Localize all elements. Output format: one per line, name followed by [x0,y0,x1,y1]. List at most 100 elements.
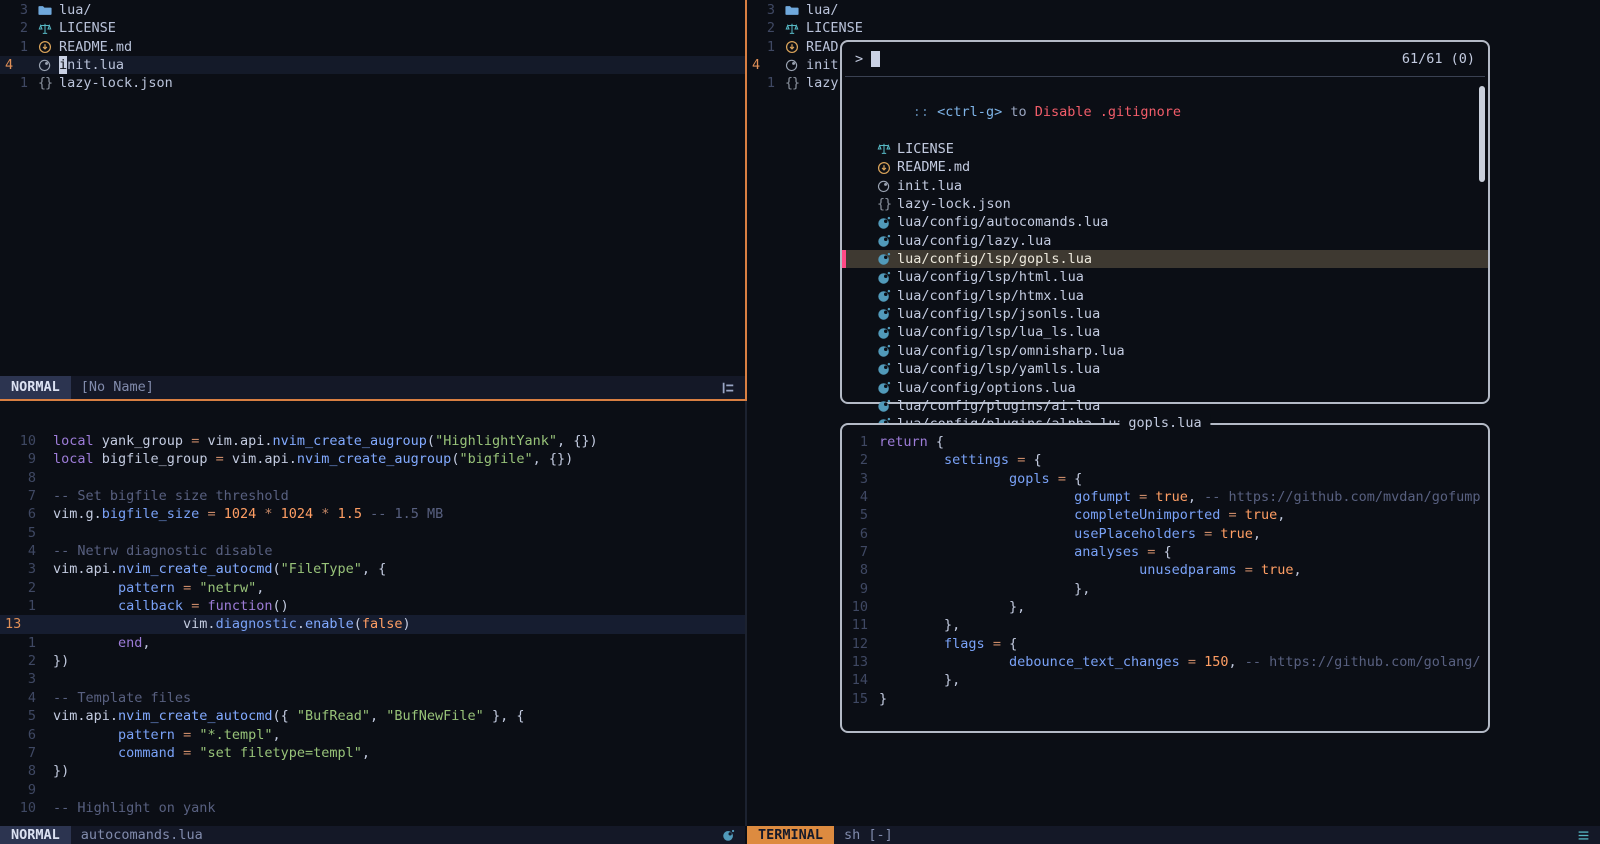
header-prefix: :: [913,104,937,120]
line-number: 12 [842,635,868,653]
preview-line: 5 completeUnimported = true, [842,506,1488,524]
code-text: local yank_group = vim.api.nvim_create_a… [53,432,598,450]
line-number: 13 [0,615,36,633]
finder-result[interactable]: lua/config/autocomands.lua [842,213,1488,231]
preview-window: gopls.lua 1 return { 2 settings = { 3 go [840,423,1490,733]
preview-line: 6 usePlaceholders = true, [842,525,1488,543]
folder-icon [37,3,53,17]
file-name: READ [806,38,839,56]
code-text: gopls = { [879,470,1082,488]
file-name: LICENSE [59,19,116,37]
statusline-filename: sh [-] [844,826,893,844]
line-number: 6 [0,505,36,523]
preview-line: 15 } [842,690,1488,708]
code-line: 13 vim.diagnostic.enable(false) [0,615,745,633]
code-text: }) [53,762,69,780]
finder-result[interactable]: README.md [842,158,1488,176]
code-line: 5 [0,524,745,542]
code-line: 5 vim.api.nvim_create_autocmd({ "BufRead… [0,707,745,725]
line-number: 6 [842,525,868,543]
code-text: completeUnimported = true, [879,506,1285,524]
code-line: 4 -- Netrw diagnostic disable [0,542,745,560]
file-name: README.md [59,38,132,56]
tree-row[interactable]: 3 lua/ [0,1,745,19]
finder-result[interactable]: lua/config/lsp/jsonls.lua [842,305,1488,323]
code-line: 3 [0,670,745,688]
finder-result[interactable]: lua/config/options.lua [842,379,1488,397]
finder-result[interactable]: lua/config/lsp/yamlls.lua [842,360,1488,378]
finder-result[interactable]: lua/config/plugins/ai.lua [842,397,1488,415]
scrollbar[interactable] [1479,86,1485,182]
text-cursor [871,51,880,67]
code-line: 1 callback = function() [0,597,745,615]
lua-icon [722,829,735,842]
line-number: 2 [0,579,36,597]
code-text: -- Template files [53,689,191,707]
lua-gray-icon [876,179,892,193]
finder-result[interactable]: lua/config/lsp/htmx.lua [842,287,1488,305]
finder-result[interactable]: lua/config/lsp/lua_ls.lua [842,323,1488,341]
statusline-filename: autocomands.lua [81,826,203,844]
line-number: 4 [747,56,775,74]
finder-result[interactable]: {} lazy-lock.json [842,195,1488,213]
line-number: 8 [842,561,868,579]
file-path: init.lua [897,177,962,195]
preview-line: 1 return { [842,433,1488,451]
finder-result[interactable]: lua/config/lsp/omnisharp.lua [842,342,1488,360]
finder-result[interactable]: lua/config/lsp/html.lua [842,268,1488,286]
markdown-icon [37,40,53,54]
finder-result[interactable]: lua/config/lsp/gopls.lua [842,250,1488,268]
finder-result[interactable]: lua/config/lazy.lua [842,232,1488,250]
code-line: 2 }) [0,652,745,670]
lua-gray-icon [784,58,800,72]
file-path: lua/config/plugins/ai.lua [897,397,1100,415]
statusline-terminal: TERMINAL sh [-] [747,826,1600,844]
file-path: lua/config/lsp/yamlls.lua [897,360,1100,378]
line-number: 1 [0,74,28,92]
json-icon: {} [784,74,800,92]
file-tree-icon [721,381,735,395]
code-line: 10 -- Highlight on yank [0,799,745,817]
file-path: lua/config/lsp/html.lua [897,268,1084,286]
tree-row[interactable]: 2 LICENSE [747,19,1600,37]
code-editor[interactable]: 10 local yank_group = vim.api.nvim_creat… [0,401,745,826]
tree-row[interactable]: 1 README.md [0,38,745,56]
line-number: 1 [747,38,775,56]
code-text: vim.api.nvim_create_autocmd({ "BufRead",… [53,707,524,725]
line-number: 5 [0,524,36,542]
file-name: lazy [806,74,839,92]
line-number: 4 [0,542,36,560]
statusline-editor: NORMAL autocomands.lua [0,826,745,844]
tree-row[interactable]: 2 LICENSE [0,19,745,37]
header-mid: to [1002,104,1035,120]
tree-row[interactable]: 1 {} lazy-lock.json [0,74,745,92]
finder-result[interactable]: LICENSE [842,140,1488,158]
code-text: unusedparams = true, [879,561,1302,579]
preview-line: 3 gopls = { [842,470,1488,488]
tree-row[interactable]: 4 i nit.lua [0,56,745,74]
code-text: } [879,690,887,708]
line-number: 11 [842,616,868,634]
code-text: pattern = "netrw", [53,579,264,597]
code-line: 1 end, [0,634,745,652]
tree-row[interactable]: 3 lua/ [747,1,1600,19]
line-number: 3 [747,1,775,19]
mode-badge: TERMINAL [747,826,834,844]
file-path: README.md [897,158,970,176]
line-number: 1 [0,597,36,615]
finder-prompt[interactable]: > 61/61 (0) [842,42,1488,76]
line-number: 5 [842,506,868,524]
lua-blue-icon [876,289,892,303]
code-line: 7 command = "set filetype=templ", [0,744,745,762]
finder-result[interactable]: init.lua [842,177,1488,195]
neovim-screen: 3 lua/ 2 LICENSE 1 [0,0,1600,844]
line-number: 3 [842,470,868,488]
lua-blue-icon [876,216,892,230]
lua-blue-icon [876,326,892,340]
code-text: vim.api.nvim_create_autocmd("FileType", … [53,560,386,578]
line-number: 3 [0,1,28,19]
preview-line: 4 gofumpt = true, -- https://github.com/… [842,488,1488,506]
code-text: command = "set filetype=templ", [53,744,370,762]
file-path: lua/config/lsp/omnisharp.lua [897,342,1125,360]
file-name: LICENSE [806,19,863,37]
